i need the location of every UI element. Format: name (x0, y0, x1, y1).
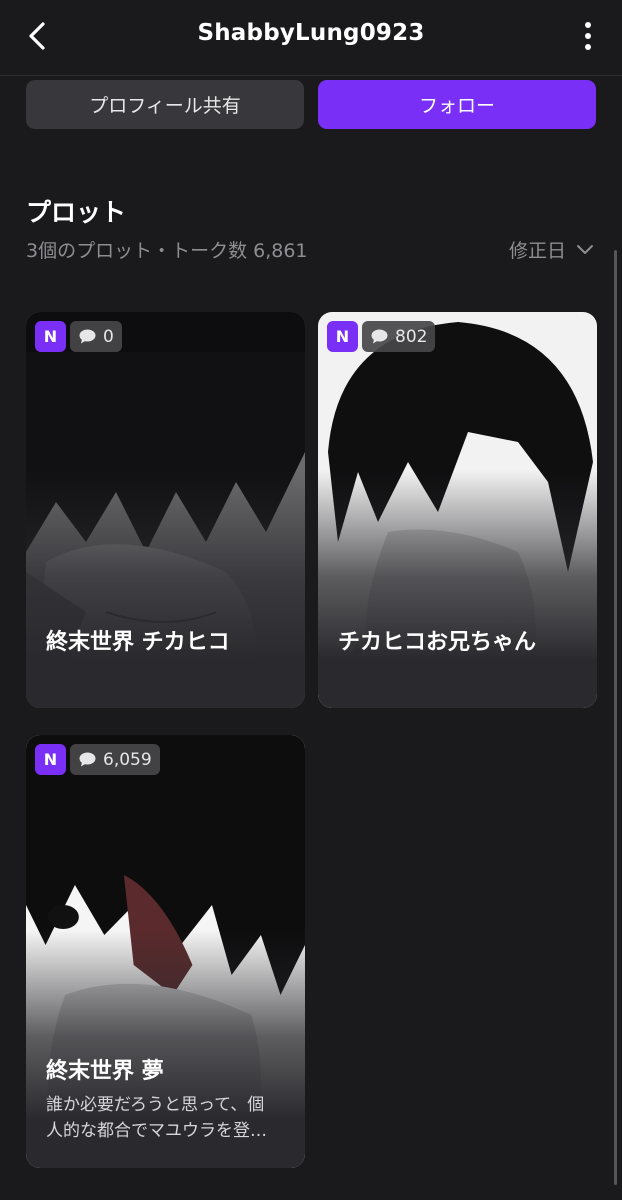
plot-title: 終末世界 チカヒコ (46, 630, 230, 655)
chevron-down-icon (577, 244, 593, 254)
talk-count-badge: 802 (362, 321, 436, 352)
share-profile-button[interactable]: プロフィール共有 (26, 80, 304, 129)
top-bar: ShabbyLung0923 (0, 0, 622, 76)
talk-count: 0 (103, 326, 114, 347)
plot-card[interactable]: N 802 チカヒコお兄ちゃん (318, 312, 597, 708)
talk-count-badge: 6,059 (70, 744, 160, 775)
plot-description: 誰か必要だろうと思って、個人的な都合でマユウラを登録しました。 (46, 1095, 267, 1141)
sort-dropdown[interactable]: 修正日 (509, 236, 594, 263)
new-badge: N (35, 321, 66, 352)
plot-card[interactable]: N 6,059 終末世界 夢 誰か必要だろうと思って、個人的な都合でマユウラを登… (26, 735, 305, 1168)
chat-bubble-icon (79, 752, 96, 767)
plots-section-title: プロット (26, 198, 127, 227)
talk-count: 6,059 (103, 749, 152, 770)
sort-label: 修正日 (508, 240, 566, 262)
more-options-button[interactable] (576, 18, 600, 54)
plots-summary: 3個のプロット・トーク数 6,861 (26, 240, 308, 262)
card-gradient (318, 470, 597, 708)
plot-card[interactable]: N 0 終末世界 チカヒコ (26, 312, 305, 708)
plot-title: 終末世界 夢 (46, 1059, 164, 1084)
talk-count: 802 (395, 326, 428, 347)
scrollbar[interactable] (614, 250, 617, 1185)
plot-title: チカヒコお兄ちゃん (338, 630, 537, 655)
talk-count-badge: 0 (70, 321, 122, 352)
follow-button[interactable]: フォロー (318, 80, 596, 129)
new-badge: N (35, 744, 66, 775)
profile-username: ShabbyLung0923 (197, 20, 425, 46)
chat-bubble-icon (79, 329, 96, 344)
new-badge: N (327, 321, 358, 352)
chat-bubble-icon (371, 329, 388, 344)
more-vertical-icon (585, 22, 591, 50)
card-gradient (26, 470, 305, 708)
